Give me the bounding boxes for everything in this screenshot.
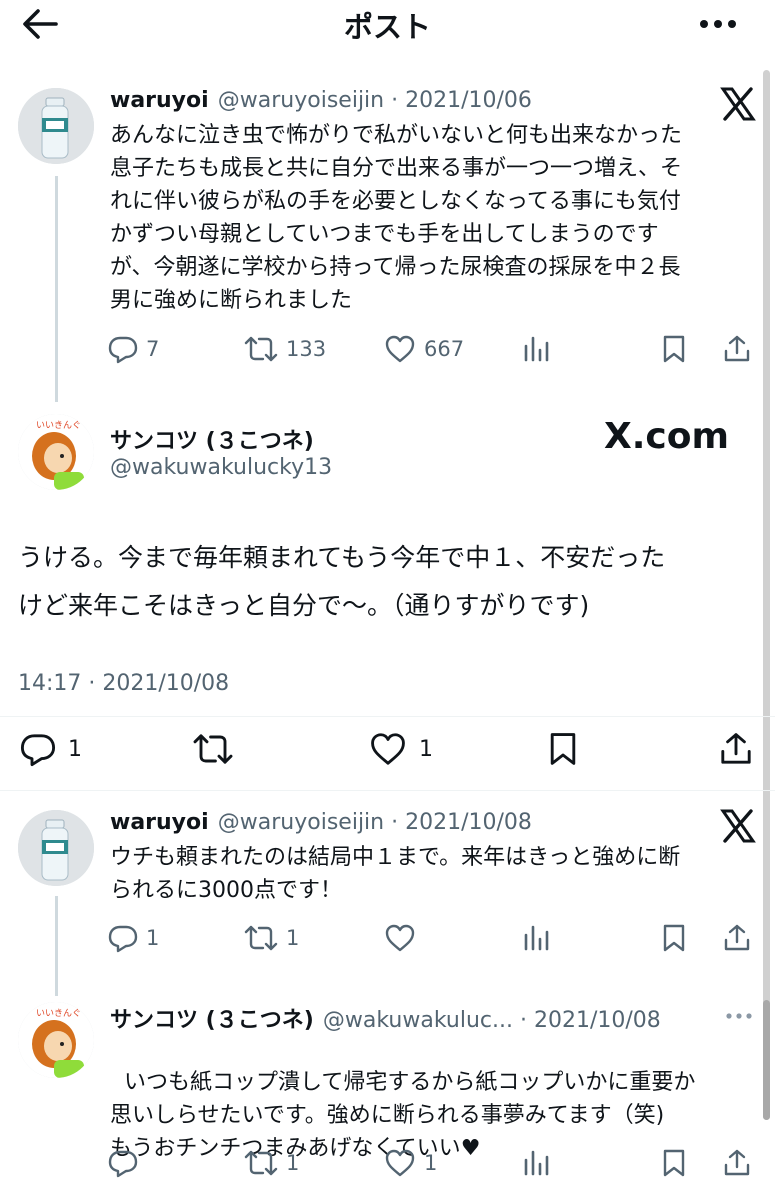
author-name[interactable]: waruyoi xyxy=(110,810,209,835)
reply-icon xyxy=(20,734,56,767)
tweet-header: waruyoi @waruyoiseijin · 2021/10/08 xyxy=(110,810,670,835)
author-handle[interactable]: @wakuwakulucky13 xyxy=(110,455,332,480)
reply-button[interactable]: 1 xyxy=(108,923,159,953)
like-count: 667 xyxy=(424,337,465,361)
svg-text:いいきんぐ: いいきんぐ xyxy=(36,420,81,431)
like-button[interactable] xyxy=(384,923,416,953)
divider xyxy=(0,790,775,791)
avatar-waruyoi[interactable] xyxy=(18,810,94,886)
bookmark-button[interactable] xyxy=(659,1148,689,1178)
share-icon xyxy=(724,335,750,362)
thread-line xyxy=(55,176,58,402)
reply-button[interactable]: 1 xyxy=(20,731,82,767)
author-name[interactable]: waruyoi xyxy=(110,88,209,113)
share-icon xyxy=(724,1149,750,1176)
reply-button[interactable]: 7 xyxy=(108,334,159,364)
bookmark-icon xyxy=(663,335,685,363)
like-button[interactable]: 667 xyxy=(384,334,464,364)
tweet-header: waruyoi @waruyoiseijin · 2021/10/06 xyxy=(110,88,670,113)
share-icon xyxy=(724,924,750,951)
bookmark-button[interactable] xyxy=(659,923,689,953)
reply-count: 7 xyxy=(146,337,160,361)
top-bar: ポスト xyxy=(0,0,775,50)
avatar-sankotsu[interactable]: いいきんぐ xyxy=(18,1002,94,1078)
share-button[interactable] xyxy=(722,923,752,953)
bookmark-button[interactable] xyxy=(545,731,581,767)
post-timestamp: 14:17 · 2021/10/08 xyxy=(18,671,230,696)
repost-icon xyxy=(193,734,233,764)
separator: · xyxy=(384,810,406,835)
views-icon xyxy=(524,336,549,362)
repost-count: 1 xyxy=(286,926,300,950)
post-text: うける。今まで毎年頼まれてもう今年で中１、不安だった けど来年こそはきっと自分で… xyxy=(18,543,666,620)
share-button[interactable] xyxy=(722,1148,752,1178)
repost-button[interactable]: 1 xyxy=(244,1148,299,1178)
like-icon xyxy=(385,924,415,952)
post-date[interactable]: 2021/10/08 xyxy=(405,810,532,835)
bookmark-icon xyxy=(663,1149,685,1177)
avatar-waruyoi[interactable] xyxy=(18,88,94,164)
like-button[interactable]: 1 xyxy=(369,731,433,767)
views-button[interactable] xyxy=(522,1148,552,1178)
heart-emoji: ♥ xyxy=(460,1136,481,1161)
reply-button[interactable] xyxy=(108,1148,138,1178)
author-name[interactable]: サンコツ (３こつネ) xyxy=(110,423,314,455)
like-icon xyxy=(371,733,405,765)
repost-icon xyxy=(244,336,278,362)
like-count: 1 xyxy=(424,1151,438,1175)
views-icon xyxy=(524,1150,549,1176)
share-button[interactable] xyxy=(718,731,754,767)
post-text: ウチも頼まれたのは結局中１まで。来年はきっと強めに断 られるに3000点です！ xyxy=(110,845,681,903)
like-button[interactable]: 1 xyxy=(384,1148,437,1178)
reply-count: 1 xyxy=(68,736,82,762)
bookmark-icon xyxy=(663,924,685,952)
author-handle[interactable]: @waruyoiseijin xyxy=(218,88,384,113)
repost-count: 1 xyxy=(286,1151,300,1175)
avatar-sankotsu[interactable]: いいきんぐ xyxy=(18,414,94,490)
page-title: ポスト xyxy=(343,10,431,44)
more-icon[interactable] xyxy=(724,1006,754,1026)
more-icon[interactable] xyxy=(696,10,740,38)
bookmark-button[interactable] xyxy=(659,334,689,364)
like-count: 1 xyxy=(419,736,433,762)
share-icon xyxy=(721,733,751,764)
author-handle[interactable]: @wakuwakuluc... xyxy=(323,1008,513,1033)
post-text: いつも紙コップ潰して帰宅するから紙コップいかに重要か 思いしらせたいです。強めに… xyxy=(110,1033,750,1165)
repost-icon xyxy=(244,925,278,951)
separator: · xyxy=(384,88,406,113)
post-date[interactable]: 2021/10/08 xyxy=(534,1008,661,1033)
divider xyxy=(0,716,775,717)
svg-text:いいきんぐ: いいきんぐ xyxy=(36,1008,81,1019)
views-button[interactable] xyxy=(522,923,552,953)
reply-icon xyxy=(108,1150,138,1178)
views-button[interactable] xyxy=(522,334,552,364)
thread-line xyxy=(55,896,58,996)
scrollbar-thumb[interactable] xyxy=(763,1000,770,1120)
author-name[interactable]: サンコツ (３こつネ) xyxy=(110,1008,314,1033)
reply-icon xyxy=(108,336,138,364)
author-handle[interactable]: @waruyoiseijin xyxy=(218,810,384,835)
like-icon xyxy=(385,1149,415,1177)
post-date[interactable]: 2021/10/06 xyxy=(405,88,532,113)
repost-count: 133 xyxy=(286,337,327,361)
separator: · xyxy=(512,1008,534,1033)
repost-button[interactable] xyxy=(192,731,234,767)
x-logo-icon xyxy=(720,808,756,844)
bookmark-icon xyxy=(550,733,576,765)
scrollbar-track[interactable] xyxy=(763,70,770,1120)
like-icon xyxy=(385,335,415,363)
tweet-header: サンコツ (３こつネ) @wakuwakuluc... · 2021/10/08 xyxy=(110,1002,720,1034)
x-logo-icon xyxy=(720,86,756,122)
repost-button[interactable]: 1 xyxy=(244,923,299,953)
views-icon xyxy=(524,925,549,951)
repost-button[interactable]: 133 xyxy=(244,334,326,364)
brand-watermark: X.com xyxy=(604,416,730,457)
reply-icon xyxy=(108,925,138,953)
post-text: あんなに泣き虫で怖がりで私がいないと何も出来なかった 息子たちも成長と共に自分で… xyxy=(110,123,683,313)
share-button[interactable] xyxy=(722,334,752,364)
repost-icon xyxy=(244,1150,278,1176)
reply-count: 1 xyxy=(146,926,160,950)
